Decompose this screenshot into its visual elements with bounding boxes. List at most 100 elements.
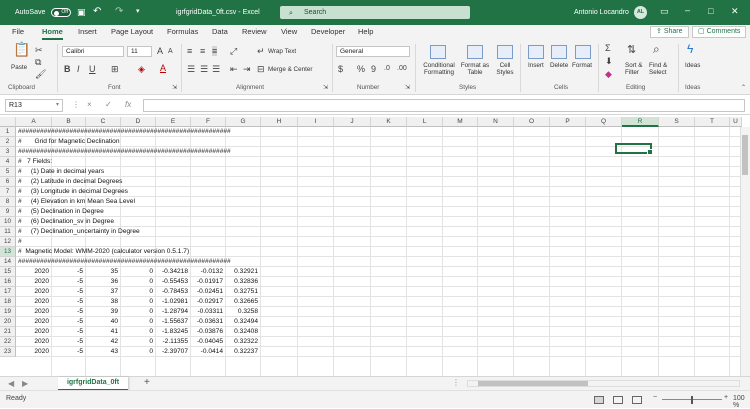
cell-b16[interactable]: -5: [52, 277, 83, 287]
number-format-select[interactable]: General: [336, 46, 410, 57]
row-header-12[interactable]: 12: [0, 237, 16, 247]
orientation-icon[interactable]: ⤢: [230, 46, 237, 56]
cell-e18[interactable]: -1.02981: [156, 297, 188, 307]
column-header-g[interactable]: G: [226, 117, 261, 127]
tab-home[interactable]: Home: [42, 27, 63, 40]
cell-g18[interactable]: 0.32665: [226, 297, 258, 307]
zoom-in-button[interactable]: +: [724, 394, 728, 401]
cell-f16[interactable]: -0.01917: [191, 277, 223, 287]
cell-b20[interactable]: -5: [52, 317, 83, 327]
cell-a1[interactable]: ########################################…: [18, 127, 231, 137]
cell-f23[interactable]: -0.0414: [191, 347, 223, 357]
decrease-decimal-icon[interactable]: .00: [397, 64, 407, 74]
add-sheet-icon[interactable]: +: [144, 377, 150, 388]
increase-font-icon[interactable]: A: [157, 46, 163, 56]
insert-cells-button[interactable]: Insert: [528, 62, 544, 69]
cell-a8[interactable]: # (4) Elevation in km Mean Sea Level: [18, 197, 135, 207]
insert-function-icon[interactable]: fx: [125, 100, 131, 109]
decrease-indent-icon[interactable]: ⇤: [230, 64, 238, 74]
cell-a11[interactable]: # (7) Declination_uncertainty in Degree: [18, 227, 140, 237]
cell-e20[interactable]: -1.55637: [156, 317, 188, 327]
font-name-select[interactable]: Calibri: [62, 46, 124, 57]
sheet-scroll-options-icon[interactable]: ⋮: [452, 378, 460, 387]
cell-g20[interactable]: 0.32494: [226, 317, 258, 327]
decrease-font-icon[interactable]: A: [168, 47, 173, 57]
fill-icon[interactable]: ⬇: [605, 56, 613, 66]
cell-f19[interactable]: -0.03311: [191, 307, 223, 317]
bottom-align-icon[interactable]: ≡: [212, 46, 218, 56]
find-select-icon[interactable]: ⌕: [653, 43, 660, 55]
zoom-slider-thumb[interactable]: [691, 396, 693, 404]
borders-icon[interactable]: ⊞: [111, 64, 119, 74]
tab-developer[interactable]: Developer: [311, 27, 345, 36]
tab-insert[interactable]: Insert: [78, 27, 97, 36]
cell-g15[interactable]: 0.32921: [226, 267, 258, 277]
cell-a16[interactable]: 2020: [16, 277, 49, 287]
tab-page-layout[interactable]: Page Layout: [111, 27, 153, 36]
cell-a20[interactable]: 2020: [16, 317, 49, 327]
column-header-a[interactable]: A: [16, 117, 52, 127]
tab-data[interactable]: Data: [212, 27, 228, 36]
cell-g22[interactable]: 0.32322: [226, 337, 258, 347]
cell-a7[interactable]: # (3) Longitude in decimal Degrees: [18, 187, 128, 197]
spreadsheet-grid[interactable]: A B C D E F G H I J K L M N O P Q R S T U 1 ##################…: [0, 117, 750, 376]
cell-e21[interactable]: -1.83245: [156, 327, 188, 337]
clear-icon[interactable]: ◆: [605, 69, 612, 79]
name-box[interactable]: R13: [5, 99, 63, 112]
increase-decimal-icon[interactable]: .0: [384, 64, 390, 74]
normal-view-icon[interactable]: [594, 396, 604, 404]
next-sheet-icon[interactable]: ▶: [22, 379, 28, 388]
column-header-m[interactable]: M: [443, 117, 478, 127]
cell-a23[interactable]: 2020: [16, 347, 49, 357]
cancel-icon[interactable]: ×: [87, 100, 92, 109]
close-icon[interactable]: ✕: [731, 7, 739, 16]
delete-cells-button[interactable]: Delete: [550, 62, 568, 69]
column-header-d[interactable]: D: [121, 117, 156, 127]
cell-e19[interactable]: -1.28794: [156, 307, 188, 317]
cell-a3[interactable]: ########################################…: [18, 147, 231, 157]
column-header-k[interactable]: K: [371, 117, 407, 127]
sort-filter-button[interactable]: Sort & Filter: [625, 62, 643, 76]
paste-button[interactable]: Paste: [11, 64, 27, 71]
cell-f21[interactable]: -0.03876: [191, 327, 223, 337]
font-size-select[interactable]: 11: [127, 46, 152, 57]
tab-file[interactable]: File: [12, 27, 24, 36]
cell-c22[interactable]: 42: [86, 337, 118, 347]
font-launcher-icon[interactable]: ⇲: [172, 83, 177, 93]
cell-g21[interactable]: 0.32408: [226, 327, 258, 337]
format-as-table-icon[interactable]: [467, 45, 483, 59]
cell-styles-button[interactable]: Cell Styles: [492, 62, 518, 76]
page-layout-view-icon[interactable]: [613, 396, 623, 404]
cut-icon[interactable]: ✂: [35, 45, 43, 55]
cell-a10[interactable]: # (6) Declination_sv in Degree: [18, 217, 114, 227]
row-header-22[interactable]: 22: [0, 337, 16, 347]
cell-f22[interactable]: -0.04045: [191, 337, 223, 347]
maximize-icon[interactable]: □: [708, 7, 713, 16]
cell-a4[interactable]: # 7 Fields:: [18, 157, 52, 167]
cell-f18[interactable]: -0.02917: [191, 297, 223, 307]
column-header-h[interactable]: H: [261, 117, 298, 127]
middle-align-icon[interactable]: ≡: [200, 46, 205, 56]
tab-help[interactable]: Help: [358, 27, 373, 36]
row-header-5[interactable]: 5: [0, 167, 16, 177]
row-header-20[interactable]: 20: [0, 317, 16, 327]
prev-sheet-icon[interactable]: ◀: [8, 379, 14, 388]
customize-toolbar-icon[interactable]: ▾: [136, 7, 140, 15]
cell-g19[interactable]: 0.3258: [226, 307, 258, 317]
cell-d22[interactable]: 0: [121, 337, 153, 347]
cell-d17[interactable]: 0: [121, 287, 153, 297]
sort-filter-icon[interactable]: ⇅: [627, 45, 636, 56]
merge-center-button[interactable]: Merge & Center: [268, 66, 312, 73]
redo-icon[interactable]: ↷: [115, 6, 123, 17]
search-box[interactable]: ⌕ Search: [280, 6, 470, 19]
fill-color-icon[interactable]: ◈: [138, 64, 145, 74]
cell-e23[interactable]: -2.39707: [156, 347, 188, 357]
cell-c16[interactable]: 36: [86, 277, 118, 287]
row-header-23[interactable]: 23: [0, 347, 16, 357]
insert-cells-icon[interactable]: [528, 45, 544, 59]
alignment-launcher-icon[interactable]: ⇲: [323, 83, 328, 93]
column-header-s[interactable]: S: [659, 117, 695, 127]
row-header-17[interactable]: 17: [0, 287, 16, 297]
tab-formulas[interactable]: Formulas: [167, 27, 198, 36]
column-header-n[interactable]: N: [478, 117, 514, 127]
